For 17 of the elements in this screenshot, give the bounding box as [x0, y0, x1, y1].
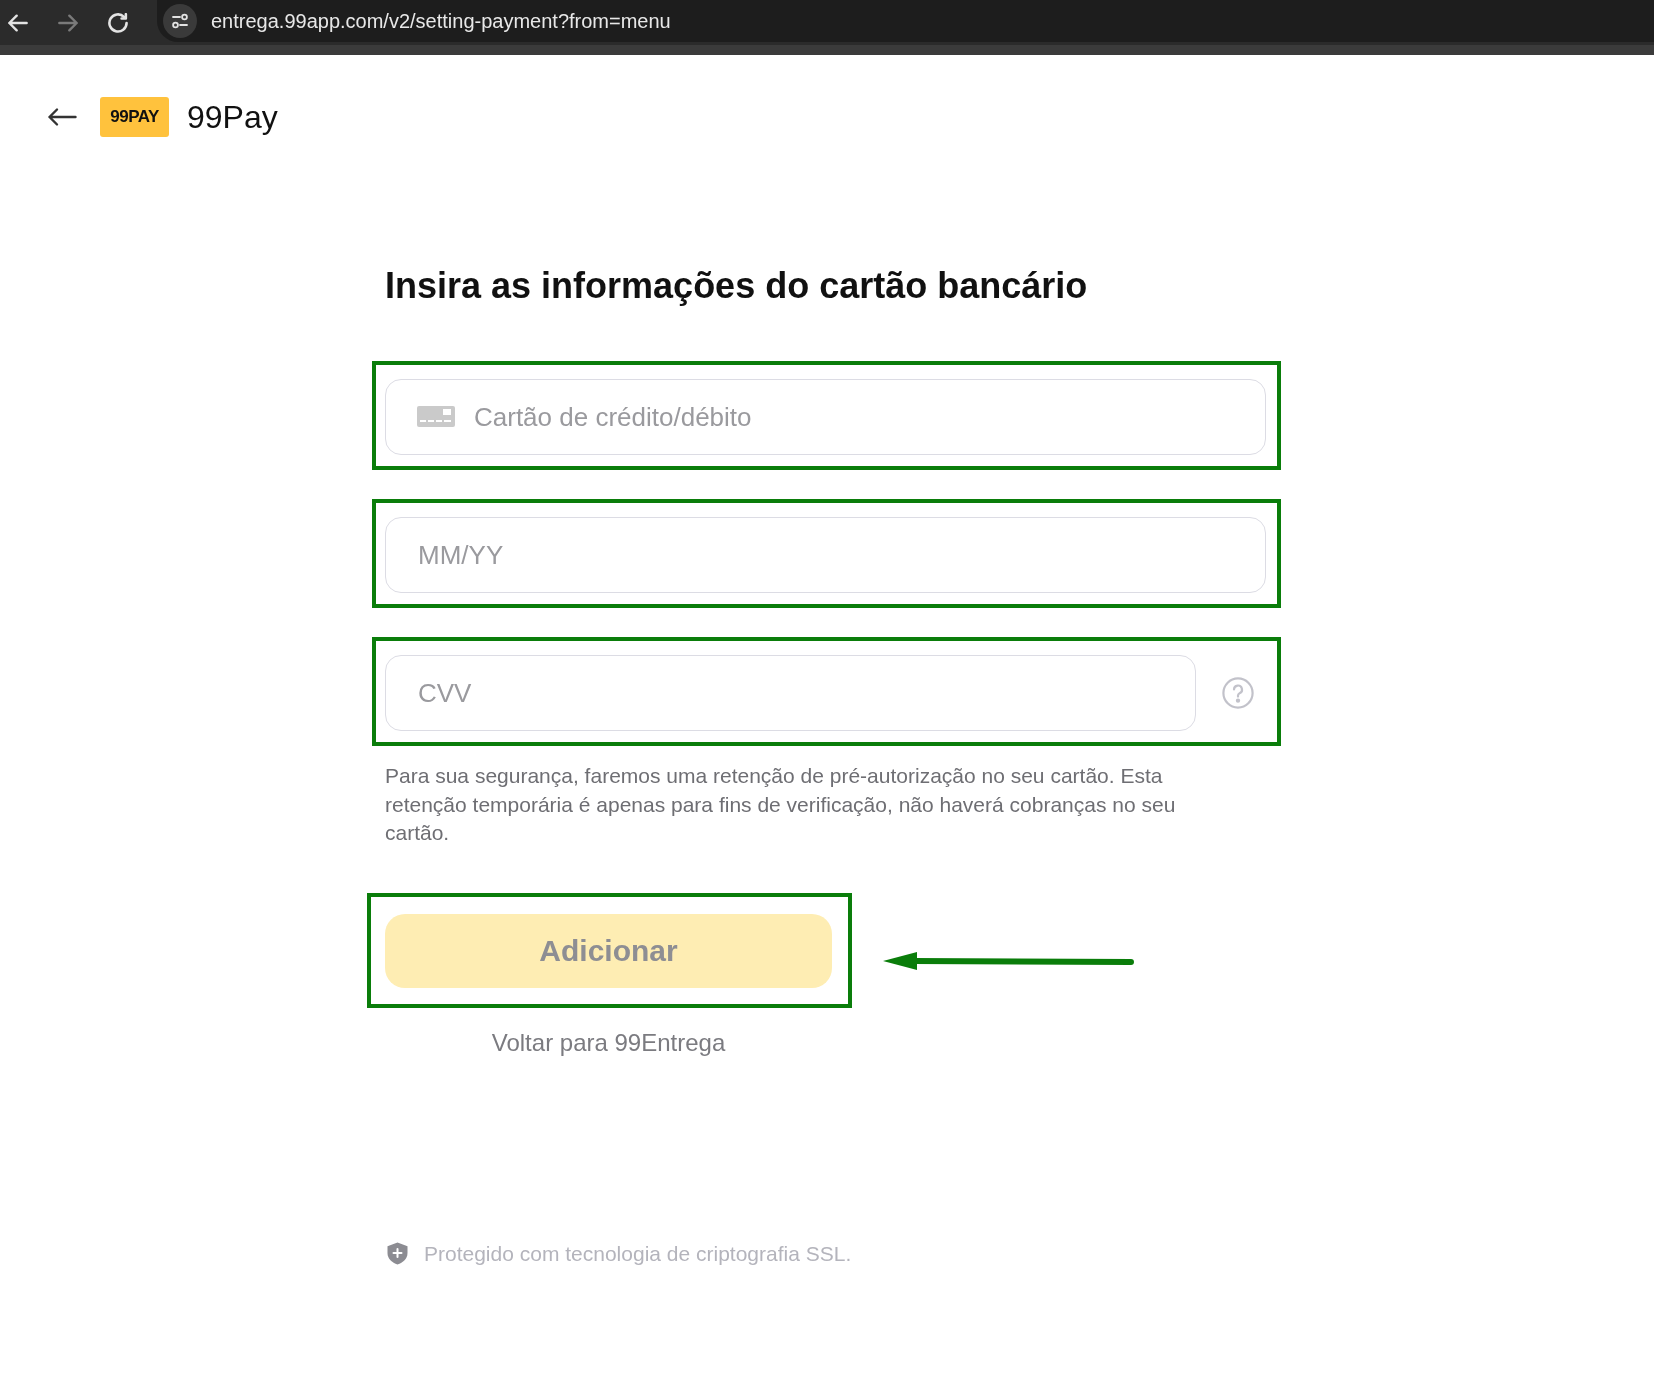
address-bar[interactable]: entrega.99app.com/v2/setting-payment?from=menu: [157, 0, 1654, 42]
sliders-icon[interactable]: [163, 4, 197, 38]
card-number-field[interactable]: Cartão de crédito/débito: [385, 379, 1266, 455]
ssl-note: Protegido com tecnologia de criptografia SSL.: [424, 1241, 852, 1266]
expiry-date-field[interactable]: MM/YY: [385, 517, 1266, 593]
card-icon: [417, 406, 455, 427]
reload-icon: [108, 12, 128, 33]
cvv-field[interactable]: CVV: [385, 655, 1196, 731]
brand-logo: 99PAY: [100, 97, 169, 137]
page-title: 99Pay: [187, 98, 278, 137]
form-heading: Insira as informações do cartão bancário: [385, 265, 1088, 307]
shield-icon: [387, 1242, 408, 1265]
back-link[interactable]: Voltar para 99Entrega: [491, 1028, 726, 1057]
security-notice: Para sua segurança, faremos uma retenção de pré-autorização no seu cartão. Esta retenção temporária é apenas para fins de verificação, não haverá cobranças no seu cartão.: [385, 763, 1177, 846]
forward-arrow-icon: [58, 12, 78, 33]
back-arrow-icon[interactable]: [47, 107, 77, 127]
back-arrow-icon: [8, 12, 28, 33]
